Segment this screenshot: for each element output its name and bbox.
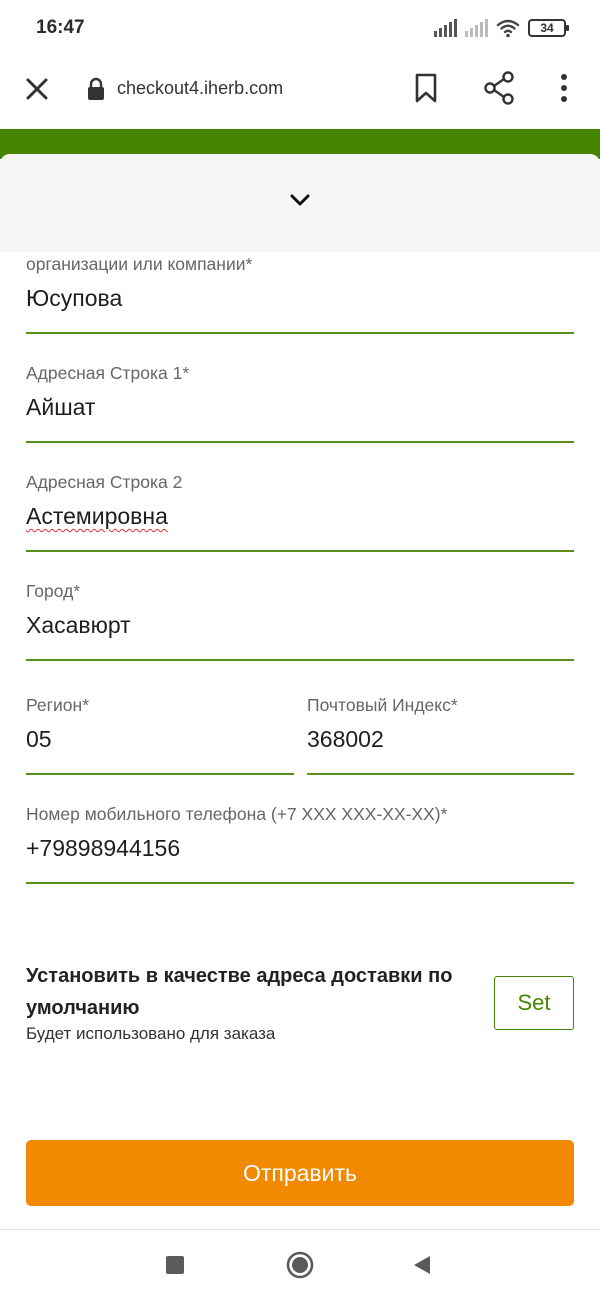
url-text[interactable]: checkout4.iherb.com xyxy=(117,78,283,99)
address-line-1-label: Адресная Строка 1* xyxy=(26,363,190,383)
company-label: организации или компании* xyxy=(26,254,253,274)
field-underline xyxy=(26,441,574,443)
close-icon[interactable] xyxy=(20,72,54,106)
default-address-subtitle: Будет использовано для заказа xyxy=(26,1024,276,1043)
field-underline xyxy=(26,773,294,775)
phone-label: Номер мобильного телефона (+7 XXX XXX-XX… xyxy=(26,804,448,824)
region-input[interactable]: 05 xyxy=(26,724,294,754)
address-line-2-input[interactable]: Астемировна xyxy=(26,501,574,531)
signal-icon xyxy=(434,19,457,37)
status-bar: 16:47 34 xyxy=(0,0,600,56)
status-time: 16:47 xyxy=(36,17,85,38)
phone-input[interactable]: +79898944156 xyxy=(26,833,574,863)
default-address-title: Установить в качестве адреса доставки по… xyxy=(26,965,453,1019)
signal-icon-dim xyxy=(465,19,488,37)
more-vert-icon[interactable] xyxy=(552,70,576,106)
home-icon[interactable] xyxy=(285,1250,315,1280)
postal-code-label: Почтовый Индекс* xyxy=(307,695,458,715)
address-line-2-value: Астемировна xyxy=(26,503,168,529)
set-default-button[interactable]: Set xyxy=(494,976,574,1030)
field-underline xyxy=(26,882,574,884)
company-field[interactable]: организации или компании* Юсупова xyxy=(26,254,574,334)
field-underline xyxy=(307,773,574,775)
bookmark-icon[interactable] xyxy=(412,72,440,104)
address-sheet: организации или компании* Юсупова Адресн… xyxy=(0,154,600,1229)
browser-toolbar: checkout4.iherb.com xyxy=(0,56,600,122)
postal-code-input[interactable]: 368002 xyxy=(307,724,574,754)
status-icons: 34 xyxy=(434,16,569,40)
lock-icon xyxy=(88,77,104,100)
company-input[interactable]: Юсупова xyxy=(26,283,574,313)
back-icon[interactable] xyxy=(412,1254,432,1276)
field-underline xyxy=(26,659,574,661)
phone-field[interactable]: Номер мобильного телефона (+7 XXX XXX-XX… xyxy=(26,804,574,884)
address-line-2-label: Адресная Строка 2 xyxy=(26,472,183,492)
city-input[interactable]: Хасавюрт xyxy=(26,610,574,640)
share-icon[interactable] xyxy=(482,70,516,106)
chevron-down-icon[interactable] xyxy=(288,190,312,210)
recents-icon[interactable] xyxy=(166,1256,184,1274)
region-field[interactable]: Регион* 05 xyxy=(26,695,294,775)
sheet-header[interactable] xyxy=(0,154,600,252)
region-label: Регион* xyxy=(26,695,90,715)
battery-icon: 34 xyxy=(528,19,569,37)
submit-button[interactable]: Отправить xyxy=(26,1140,574,1206)
system-nav-bar xyxy=(0,1229,600,1299)
city-field[interactable]: Город* Хасавюрт xyxy=(26,581,574,661)
postal-code-field[interactable]: Почтовый Индекс* 368002 xyxy=(307,695,574,775)
address-line-1-field[interactable]: Адресная Строка 1* Айшат xyxy=(26,363,574,443)
field-underline xyxy=(26,550,574,552)
address-line-2-field[interactable]: Адресная Строка 2 Астемировна xyxy=(26,472,574,552)
address-line-1-input[interactable]: Айшат xyxy=(26,392,574,422)
city-label: Город* xyxy=(26,581,81,601)
wifi-icon xyxy=(496,19,520,38)
field-underline xyxy=(26,332,574,334)
